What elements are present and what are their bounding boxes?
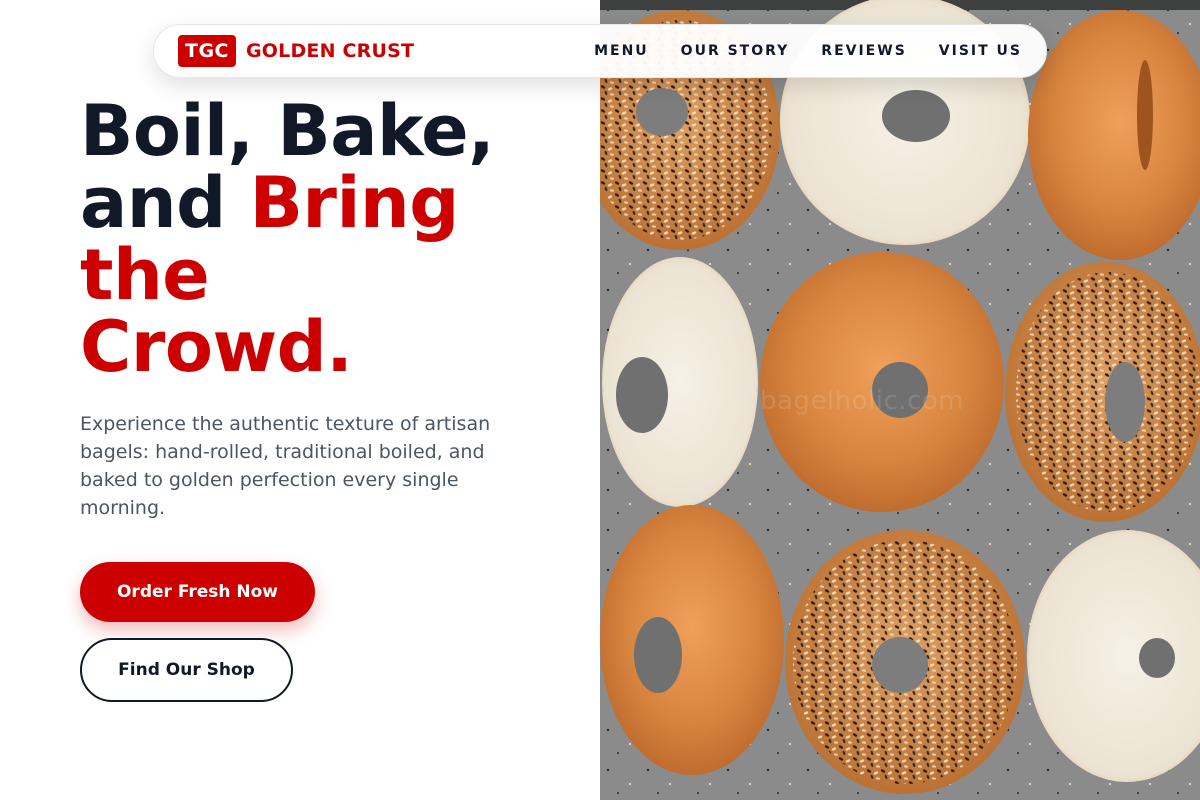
nav-link-reviews[interactable]: REVIEWS <box>821 43 906 59</box>
hero-description: Experience the authentic texture of arti… <box>80 413 491 519</box>
headline-and: and <box>80 162 250 244</box>
brand-home-link[interactable]: TGC GOLDEN CRUST <box>178 35 414 67</box>
headline-bring: Bring <box>249 162 460 244</box>
landing-page: bagelholic.com TGC GOLDEN CRUST MENU OUR… <box>0 0 1200 800</box>
headline-line-1: Boil, Bake, <box>80 90 495 172</box>
order-fresh-now-button[interactable]: Order Fresh Now <box>80 562 315 622</box>
top-navbar: TGC GOLDEN CRUST MENU OUR STORY REVIEWS … <box>153 24 1047 78</box>
headline-crowd: Crowd. <box>80 306 353 388</box>
hero-bagel-image: bagelholic.com <box>600 0 1200 800</box>
hero-text-block: Boil, Bake, and Bring the Crowd. <box>80 95 580 383</box>
find-our-shop-button[interactable]: Find Our Shop <box>80 638 293 702</box>
nav-links: MENU OUR STORY REVIEWS VISIT US <box>594 43 1022 59</box>
nav-link-visit-us[interactable]: VISIT US <box>939 43 1022 59</box>
headline-the: the <box>80 234 210 316</box>
nav-link-menu[interactable]: MENU <box>594 43 649 59</box>
brand-logo-badge: TGC <box>178 35 236 67</box>
nav-link-our-story[interactable]: OUR STORY <box>681 43 790 59</box>
brand-name: GOLDEN CRUST <box>246 40 415 62</box>
hero-headline: Boil, Bake, and Bring the Crowd. <box>80 95 580 383</box>
